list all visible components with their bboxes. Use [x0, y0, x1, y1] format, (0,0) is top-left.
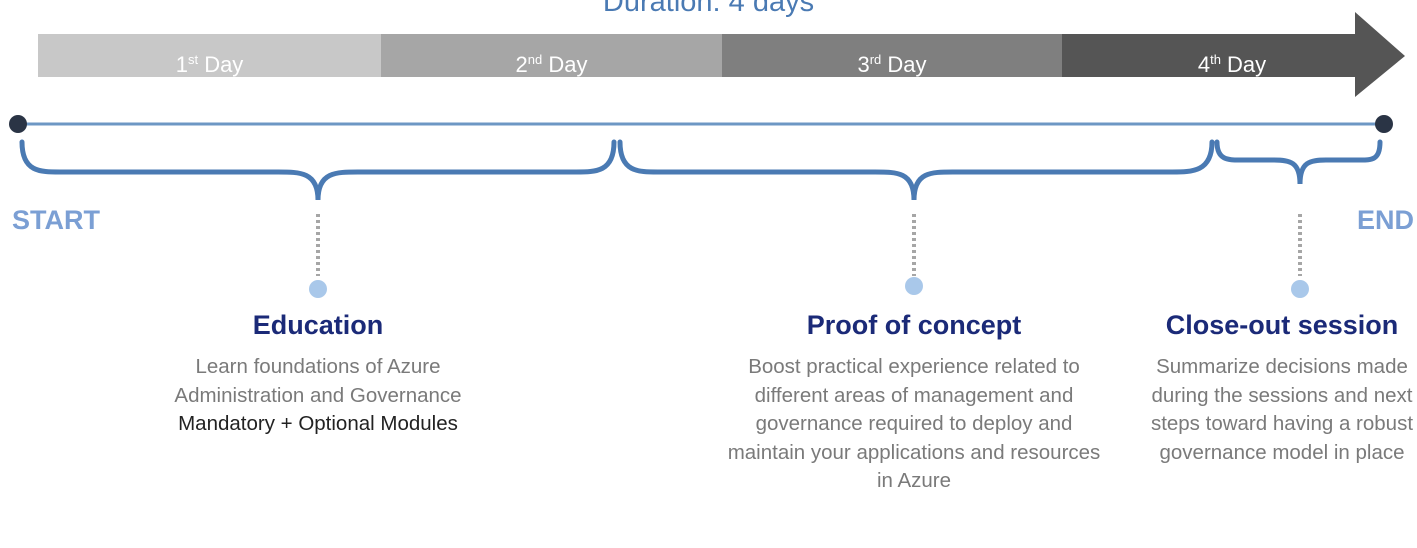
brace-education — [19, 139, 617, 201]
marker-dot-close-out — [1291, 280, 1309, 298]
marker-dot-proof-of-concept — [905, 277, 923, 295]
day-1-label: 1st Day — [175, 52, 244, 77]
marker-dot-education — [309, 280, 327, 298]
start-dot — [9, 115, 27, 133]
end-label: END — [1356, 205, 1414, 235]
day-3-label: 3rd Day — [857, 52, 927, 77]
phase-education-title: Education — [252, 310, 384, 340]
phase-close-out-description: Summarize decisions made during the sess… — [1150, 355, 1414, 464]
phase-proof-of-concept-description: Boost practical experience related to di… — [727, 355, 1101, 492]
brace-proof-of-concept — [617, 139, 1215, 201]
start-label: START — [12, 205, 100, 235]
phase-close-out-title: Close-out session — [1165, 310, 1399, 340]
phase-education-description: Learn foundations of Azure Administratio… — [174, 355, 462, 407]
phase-education-modules: Mandatory + Optional Modules — [178, 412, 458, 435]
end-dot — [1375, 115, 1393, 133]
phase-close-out: Close-out session Summarize decisions ma… — [1150, 310, 1414, 467]
phase-education: Education Learn foundations of Azure Adm… — [168, 310, 468, 439]
phase-proof-of-concept-title: Proof of concept — [806, 310, 1022, 340]
brace-close-out — [1214, 139, 1383, 185]
day-2-label: 2nd Day — [515, 52, 588, 77]
phase-proof-of-concept: Proof of concept Boost practical experie… — [724, 310, 1104, 496]
day-4-label: 4th Day — [1197, 52, 1267, 77]
